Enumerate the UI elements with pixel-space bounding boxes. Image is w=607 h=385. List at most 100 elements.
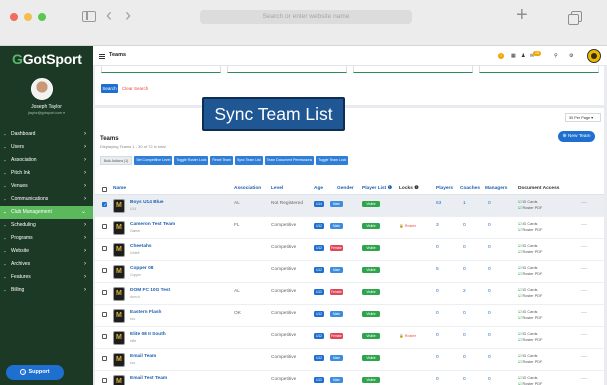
players-count-link[interactable]: 0 xyxy=(436,289,439,294)
players-count-link[interactable]: 0 xyxy=(436,311,439,316)
player-list-visible-badge[interactable]: Visible xyxy=(362,201,380,207)
sidebar-item-features[interactable]: ▪ Features › xyxy=(0,271,93,284)
managers-count-link[interactable]: 0 xyxy=(488,333,491,338)
table-row[interactable]: Email Team ecc Competitive U12 Male Visible 0 0… xyxy=(95,349,604,371)
coaches-count-link[interactable]: 1 xyxy=(463,201,466,206)
coaches-count-link[interactable]: 0 xyxy=(463,267,466,272)
table-row[interactable]: Boys U14 Blue U14 AL Not Registered U14 Male V… xyxy=(95,195,604,217)
row-actions-button[interactable]: ··· xyxy=(581,288,587,294)
row-actions-button[interactable]: ··· xyxy=(581,266,587,272)
players-count-link[interactable]: 63 xyxy=(436,201,441,206)
id-cards-link[interactable]: ID Cards xyxy=(522,244,537,248)
roster-pdf-link[interactable]: Roster PDF xyxy=(522,228,542,232)
search-icon[interactable]: ⚲ xyxy=(554,53,558,59)
player-list-visible-badge[interactable]: Visible xyxy=(362,267,380,273)
team-name-link[interactable]: Copper 08 xyxy=(130,266,153,271)
id-cards-link[interactable]: ID Cards xyxy=(522,222,537,226)
roster-pdf-link[interactable]: Roster PDF xyxy=(522,338,542,342)
row-checkbox[interactable] xyxy=(102,290,107,295)
forward-button[interactable]: › xyxy=(125,5,131,26)
sidebar-item-website[interactable]: ▪ Website › xyxy=(0,245,93,258)
team-name-link[interactable]: DOM FC 10G Test xyxy=(130,288,170,293)
managers-count-link[interactable]: 0 xyxy=(488,355,491,360)
players-count-link[interactable]: 0 xyxy=(436,355,439,360)
id-cards-link[interactable]: ID Cards xyxy=(522,310,537,314)
bulk-action-toggle-team-lock-button[interactable]: Toggle Team Lock xyxy=(316,156,349,165)
per-page-select[interactable]: 30 Per Page ▾ xyxy=(565,113,601,122)
col-player-list[interactable]: Player List ❶ xyxy=(362,186,392,191)
sidebar-item-communications[interactable]: ▪ Communications › xyxy=(0,193,93,206)
support-button[interactable]: ? Support xyxy=(6,365,64,380)
select-all-checkbox[interactable] xyxy=(102,187,107,192)
id-cards-link[interactable]: ID Cards xyxy=(522,354,537,358)
players-count-link[interactable]: 0 xyxy=(436,333,439,338)
col-gender[interactable]: Gender xyxy=(337,186,354,191)
sidebar-item-programs[interactable]: ▪ Programs › xyxy=(0,232,93,245)
team-name-link[interactable]: Boys U14 Blue xyxy=(130,200,164,205)
maximize-window-button[interactable] xyxy=(38,13,46,21)
row-checkbox[interactable] xyxy=(102,334,107,339)
team-name-link[interactable]: Eastern Flash xyxy=(130,310,161,315)
col-managers[interactable]: Managers xyxy=(485,186,507,191)
grid-icon[interactable]: ▦ xyxy=(511,53,516,59)
row-actions-button[interactable]: ··· xyxy=(581,310,587,316)
table-row[interactable]: Copper 08 Copper Competitive U12 Male Visible… xyxy=(95,261,604,283)
roster-pdf-link[interactable]: Roster PDF xyxy=(522,272,542,276)
roster-pdf-link[interactable]: Roster PDF xyxy=(522,316,542,320)
user-icon[interactable]: ♟ xyxy=(521,53,525,59)
row-checkbox[interactable] xyxy=(102,312,107,317)
roster-pdf-link[interactable]: Roster PDF xyxy=(522,206,542,210)
roster-pdf-link[interactable]: Roster PDF xyxy=(522,250,542,254)
coaches-count-link[interactable]: 0 xyxy=(463,377,466,382)
id-cards-link[interactable]: ID Cards xyxy=(522,266,537,270)
team-name-link[interactable]: Email Team xyxy=(130,354,156,359)
sidebar-item-association[interactable]: ▪ Association › xyxy=(0,154,93,167)
new-tab-button[interactable]: + xyxy=(516,5,528,25)
avatar[interactable] xyxy=(31,78,53,100)
clear-search-link[interactable]: Clear Search xyxy=(122,86,148,91)
managers-count-link[interactable]: 0 xyxy=(488,311,491,316)
team-name-link[interactable]: Email Test Team xyxy=(130,376,167,381)
filter-field-1[interactable] xyxy=(101,66,221,73)
tab-overview-icon[interactable] xyxy=(568,11,582,25)
player-list-visible-badge[interactable]: Visible xyxy=(362,289,380,295)
player-list-visible-badge[interactable]: Visible xyxy=(362,245,380,251)
table-row[interactable]: Cameron Test Team Gamer FL Competitive U12 Ma… xyxy=(95,217,604,239)
coaches-count-link[interactable]: 2 xyxy=(463,289,466,294)
help-icon[interactable]: ? xyxy=(498,53,504,59)
sidebar-item-archives[interactable]: ▪ Archives › xyxy=(0,258,93,271)
table-row[interactable]: DOM FC 10G Test dom fc AL Competitive U12 Fem… xyxy=(95,283,604,305)
row-actions-button[interactable]: ··· xyxy=(581,376,587,382)
managers-count-link[interactable]: 0 xyxy=(488,267,491,272)
bulk-action-toggle-roster-lock-button[interactable]: Toggle Roster Lock xyxy=(174,156,209,165)
col-association[interactable]: Association xyxy=(234,186,261,191)
table-row[interactable]: Eastern Flash ecc OK Competitive U12 Male Visi… xyxy=(95,305,604,327)
row-actions-button[interactable]: ··· xyxy=(581,332,587,338)
managers-count-link[interactable]: 0 xyxy=(488,201,491,206)
user-email-dropdown[interactable]: jtaylor@gotsport.com ▾ xyxy=(0,111,93,115)
col-players[interactable]: Players xyxy=(436,186,453,191)
row-checkbox[interactable] xyxy=(102,246,107,251)
player-list-visible-badge[interactable]: Visible xyxy=(362,377,380,383)
player-list-visible-badge[interactable]: Visible xyxy=(362,223,380,229)
roster-pdf-link[interactable]: Roster PDF xyxy=(522,294,542,298)
bulk-action-reset-team-button[interactable]: Reset Team xyxy=(210,156,233,165)
team-name-link[interactable]: Cameron Test Team xyxy=(130,222,175,227)
coaches-count-link[interactable]: 0 xyxy=(463,333,466,338)
team-name-link[interactable]: Cheetahs xyxy=(130,244,152,249)
bulk-action-sync-team-list-button[interactable]: Sync Team List xyxy=(234,156,263,165)
col-level[interactable]: Level xyxy=(271,186,283,191)
filter-field-2[interactable] xyxy=(227,66,347,73)
coaches-count-link[interactable]: 0 xyxy=(463,355,466,360)
club-avatar[interactable] xyxy=(587,49,601,63)
col-coaches[interactable]: Coaches xyxy=(460,186,480,191)
search-button[interactable]: Search xyxy=(101,84,118,93)
players-count-link[interactable]: 0 xyxy=(436,245,439,250)
row-checkbox[interactable] xyxy=(102,356,107,361)
team-name-link[interactable]: Elite 08 II South xyxy=(130,332,166,337)
coaches-count-link[interactable]: 0 xyxy=(463,311,466,316)
minimize-window-button[interactable] xyxy=(24,13,32,21)
managers-count-link[interactable]: 0 xyxy=(488,377,491,382)
back-button[interactable]: ‹ xyxy=(106,5,112,26)
row-actions-button[interactable]: ··· xyxy=(581,200,587,206)
